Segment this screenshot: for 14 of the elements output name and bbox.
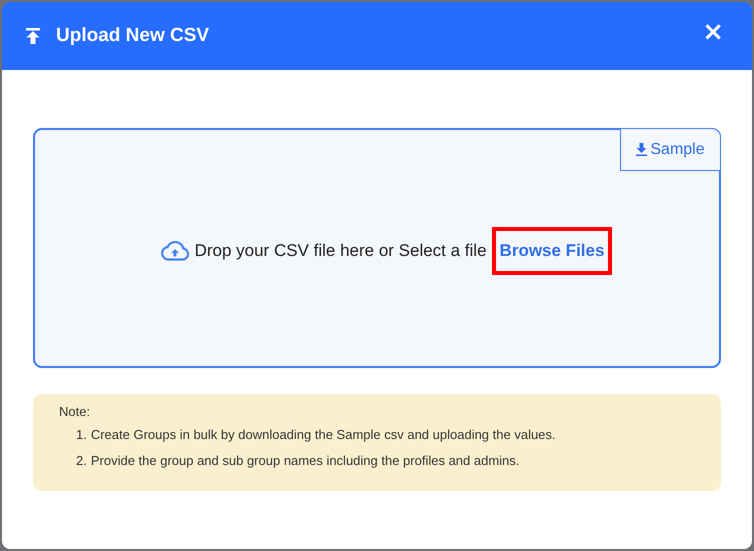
- download-icon: [636, 143, 648, 156]
- drop-zone[interactable]: Sample Drop your CSV file here or Select a file Browse Files: [33, 128, 721, 368]
- note-heading: Note:: [59, 404, 92, 419]
- sample-download-button[interactable]: Sample: [620, 128, 721, 171]
- close-button[interactable]: ×: [698, 19, 728, 45]
- note-text: Create Groups in bulk by downloading the Sample csv and uploading the values.: [90, 427, 556, 442]
- drop-prompt: Drop your CSV file here or Select a file: [194, 241, 487, 261]
- upload-icon: [26, 28, 40, 44]
- dialog-title: Upload New CSV: [56, 25, 210, 47]
- note-text: Provide the group and sub group names including the profiles and admins.: [90, 453, 520, 468]
- list-number: 2.: [76, 453, 87, 468]
- list-number: 1.: [76, 427, 87, 442]
- browse-files-link[interactable]: Browse Files: [492, 227, 612, 275]
- cloud-upload-icon: [160, 241, 190, 261]
